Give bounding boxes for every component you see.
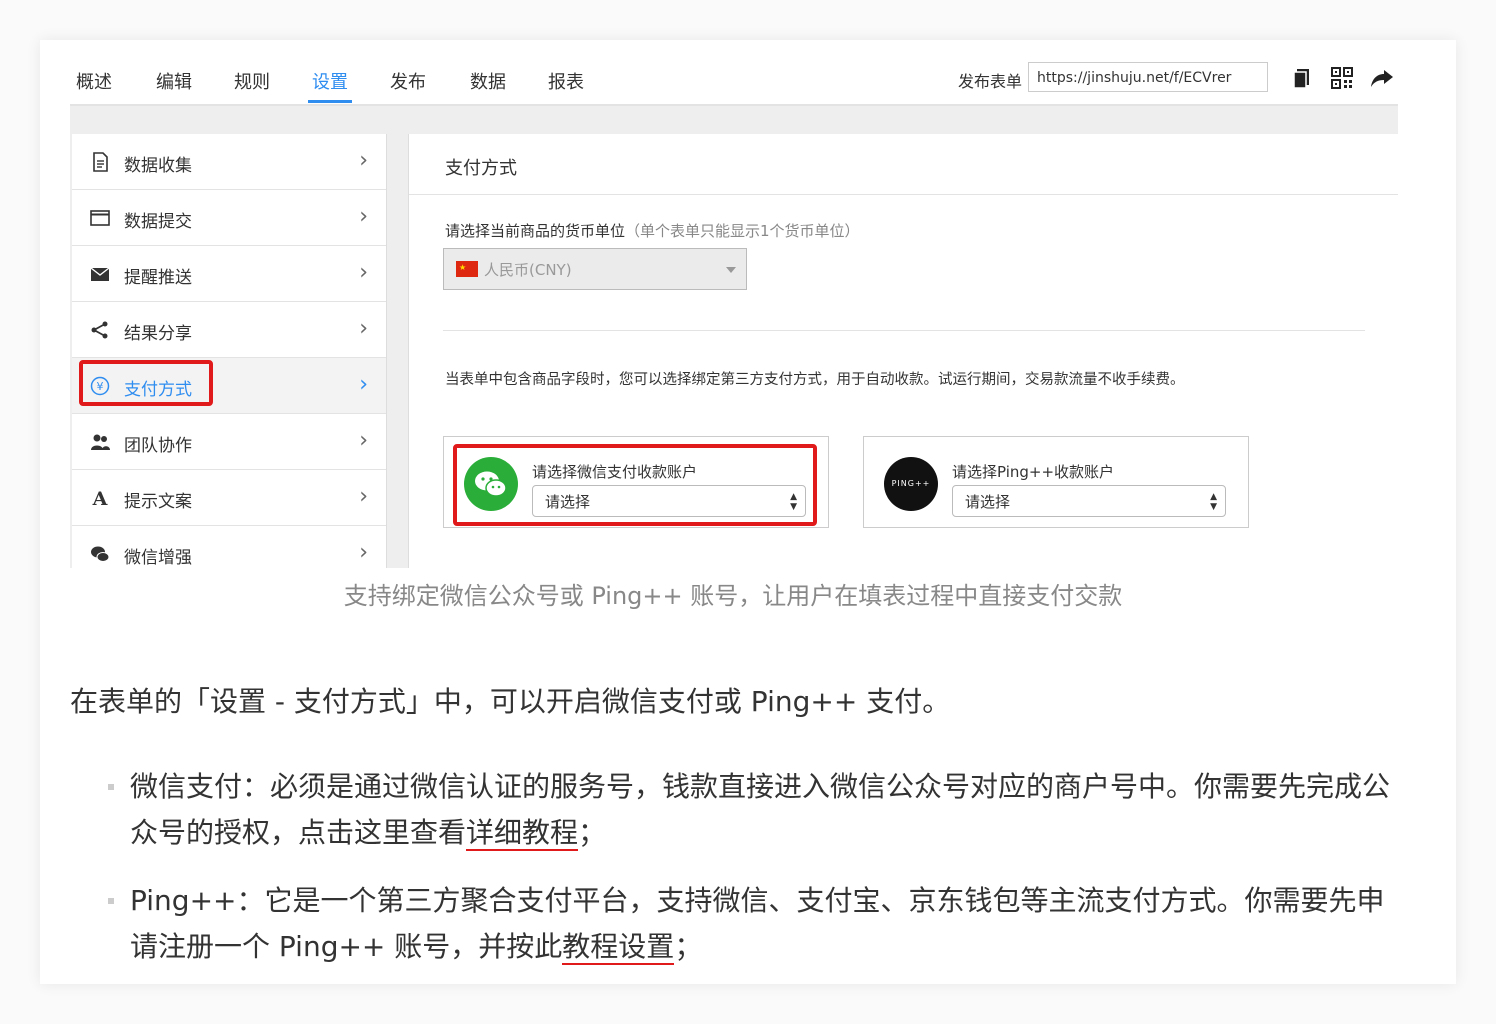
caret-down-icon: [726, 267, 736, 273]
list-text-end: ；: [578, 816, 607, 849]
chevron-right-icon: ›: [359, 260, 368, 285]
wechat-icon: [91, 546, 110, 562]
currency-label-text: 请选择当前商品的货币单位: [445, 222, 626, 240]
china-flag-icon: ★: [456, 261, 478, 277]
tab-rules[interactable]: 规则: [234, 68, 270, 94]
sidebar-item-label: 数据提交: [124, 212, 192, 232]
payment-settings-panel: 支付方式 请选择当前商品的货币单位（单个表单只能显示1个货币单位） ★ 人民币(…: [408, 134, 1398, 568]
tab-edit[interactable]: 编辑: [156, 68, 192, 94]
window-icon: [90, 210, 110, 226]
document-icon: [93, 152, 108, 172]
currency-note: （单个表单只能显示1个货币单位）: [625, 222, 860, 240]
chevron-right-icon: ›: [359, 484, 368, 509]
payment-description: 当表单中包含商品字段时，您可以选择绑定第三方支付方式，用于自动收款。试运行期间，…: [445, 372, 1185, 388]
content-header-bar: [70, 106, 1398, 134]
ping-pay-title: 请选择Ping++收款账户: [952, 463, 1115, 481]
sidebar-item-team[interactable]: 团队协作 ›: [72, 414, 386, 470]
highlight-box-payment: [79, 360, 213, 406]
settings-sidebar: 数据收集 › 数据提交 › 提醒推送 › 结果分享 › ¥ 支付方式 › 团队协…: [72, 134, 387, 568]
sidebar-item-label: 结果分享: [124, 324, 192, 344]
divider: [409, 194, 1398, 195]
chevron-right-icon: ›: [359, 540, 368, 565]
bullet-marker: [108, 898, 114, 904]
list-text-end: ；: [674, 930, 703, 963]
currency-select[interactable]: ★ 人民币(CNY): [443, 248, 747, 290]
svg-text:A: A: [92, 488, 108, 508]
list-item-wechat: 微信支付：必须是通过微信认证的服务号，钱款直接进入微信公众号对应的商户号中。你需…: [130, 764, 1400, 856]
screenshot: 概述 编辑 规则 设置 发布 数据 报表 发布表单 https://jinshu…: [70, 40, 1398, 568]
share-nodes-icon: [91, 321, 108, 339]
intro-paragraph: 在表单的「设置 - 支付方式」中，可以开启微信支付或 Ping++ 支付。: [70, 685, 951, 718]
ping-account-select[interactable]: 请选择 ▲ ▼: [952, 485, 1226, 517]
list-text: Ping++：它是一个第三方聚合支付平台，支持微信、支付宝、京东钱包等主流支付方…: [130, 884, 1385, 963]
figure-caption: 支持绑定微信公众号或 Ping++ 账号，让用户在填表过程中直接支付交款: [343, 582, 1123, 610]
tab-report[interactable]: 报表: [548, 68, 584, 94]
users-icon: [91, 434, 110, 450]
ping-pay-box: PING++ 请选择Ping++收款账户 请选择 ▲ ▼: [863, 436, 1249, 528]
sidebar-item-result-share[interactable]: 结果分享 ›: [72, 302, 386, 358]
sidebar-item-label: 团队协作: [124, 436, 192, 456]
chevron-right-icon: ›: [359, 372, 368, 397]
select-value: 请选择: [965, 493, 1011, 511]
chevron-right-icon: ›: [359, 428, 368, 453]
top-nav: 概述 编辑 规则 设置 发布 数据 报表 发布表单 https://jinshu…: [70, 40, 1398, 106]
sidebar-item-data-collection[interactable]: 数据收集 ›: [72, 134, 386, 190]
sidebar-item-wechat-enhance[interactable]: 微信增强 ›: [72, 526, 386, 568]
bullet-marker: [108, 784, 114, 790]
sidebar-item-label: 数据收集: [124, 156, 192, 176]
tab-settings[interactable]: 设置: [308, 68, 352, 103]
currency-value: 人民币(CNY): [484, 261, 572, 279]
sidebar-item-data-submit[interactable]: 数据提交 ›: [72, 190, 386, 246]
sidebar-item-label: 提醒推送: [124, 268, 192, 288]
chevron-right-icon: ›: [359, 204, 368, 229]
sidebar-item-label: 提示文案: [124, 492, 192, 512]
list-item-ping: Ping++：它是一个第三方聚合支付平台，支持微信、支付宝、京东钱包等主流支付方…: [130, 878, 1400, 970]
list-text: 微信支付：必须是通过微信认证的服务号，钱款直接进入微信公众号对应的商户号中。你需…: [130, 770, 1391, 849]
tutorial-link[interactable]: 详细教程: [466, 816, 579, 851]
currency-label: 请选择当前商品的货币单位（单个表单只能显示1个货币单位）: [445, 220, 860, 241]
tab-publish[interactable]: 发布: [390, 68, 426, 94]
letter-a-icon: A: [92, 488, 108, 508]
chevron-right-icon: ›: [359, 148, 368, 173]
tutorial-settings-link[interactable]: 教程设置: [562, 930, 675, 965]
ping-logo-icon: PING++: [884, 457, 938, 511]
envelope-icon: [90, 267, 110, 281]
sidebar-item-prompt-text[interactable]: A 提示文案 ›: [72, 470, 386, 526]
share-icon[interactable]: [1370, 66, 1394, 90]
tab-data[interactable]: 数据: [470, 68, 506, 94]
updown-arrows-icon: ▲ ▼: [1210, 492, 1217, 512]
article-card: 概述 编辑 规则 设置 发布 数据 报表 发布表单 https://jinshu…: [40, 40, 1456, 984]
qrcode-icon[interactable]: [1330, 66, 1354, 90]
tab-overview[interactable]: 概述: [76, 68, 112, 94]
copy-icon[interactable]: [1290, 66, 1314, 90]
sidebar-item-label: 微信增强: [124, 548, 192, 568]
publish-url-field[interactable]: https://jinshuju.net/f/ECVrer: [1028, 62, 1268, 92]
sidebar-item-notifications[interactable]: 提醒推送 ›: [72, 246, 386, 302]
publish-label: 发布表单: [958, 72, 1023, 91]
panel-title: 支付方式: [445, 158, 517, 179]
divider: [443, 330, 1365, 331]
highlight-box-wechat: [453, 444, 817, 526]
chevron-right-icon: ›: [359, 316, 368, 341]
